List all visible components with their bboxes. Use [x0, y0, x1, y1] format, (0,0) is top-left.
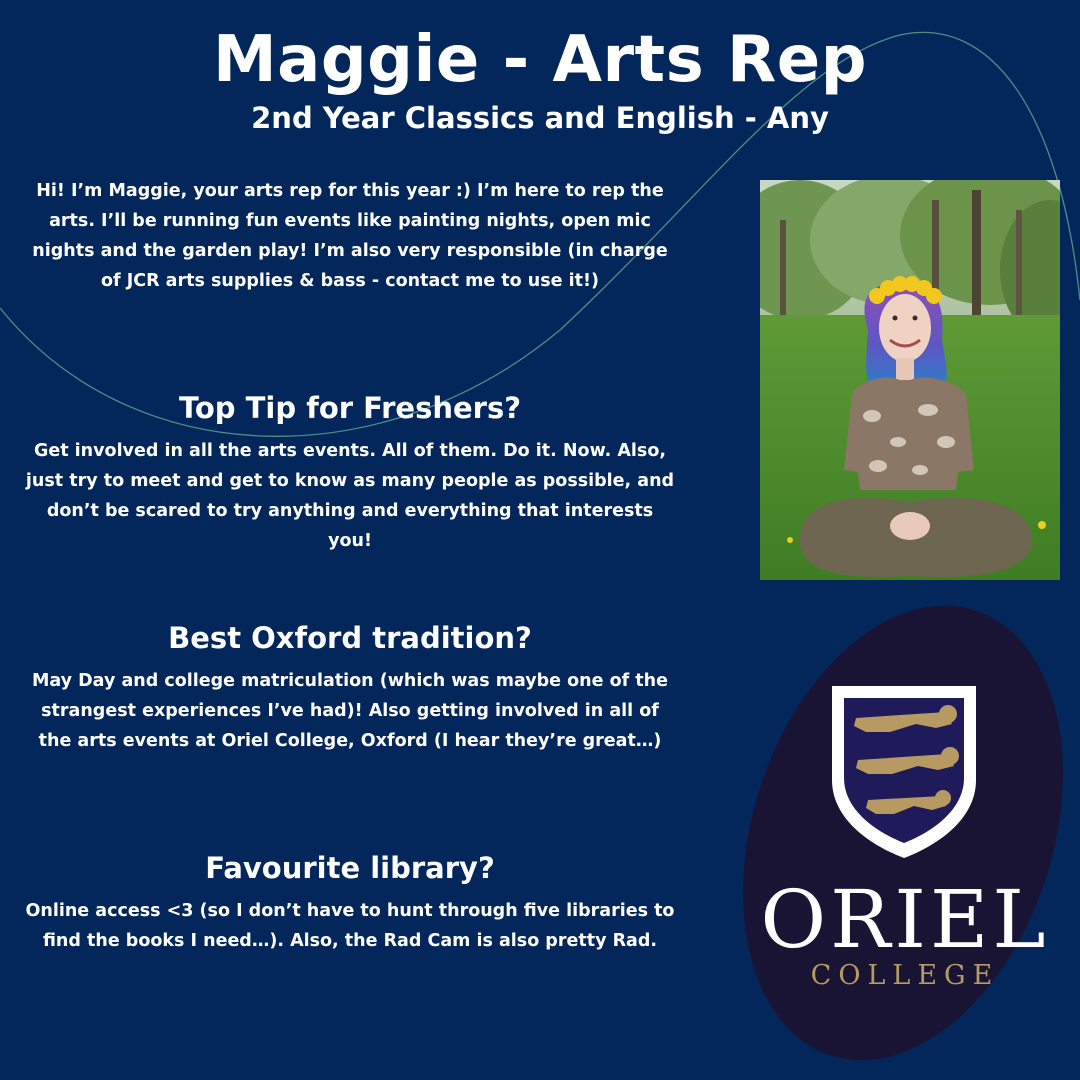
- portrait-photo: [760, 180, 1060, 580]
- section-body-top-tip: Get involved in all the arts events. All…: [25, 441, 675, 551]
- logo-wordmark: ORIEL: [760, 873, 1050, 966]
- section-heading-tradition: Best Oxford tradition?: [168, 621, 532, 655]
- page-subtitle: 2nd Year Classics and English - Any: [251, 101, 829, 135]
- logo-subtitle: COLLEGE: [810, 960, 1000, 991]
- section-body-tradition: May Day and college matriculation (which…: [31, 671, 669, 751]
- profile-card: Maggie - Arts Rep 2nd Year Classics and …: [0, 0, 1080, 1080]
- section-heading-top-tip: Top Tip for Freshers?: [178, 391, 522, 425]
- intro-text: Hi! I’m Maggie, your arts rep for this y…: [32, 181, 668, 291]
- section-heading-library: Favourite library?: [205, 851, 495, 885]
- page-title: Maggie - Arts Rep: [212, 23, 868, 97]
- section-body-library: Online access <3 (so I don’t have to hun…: [25, 901, 675, 951]
- oriel-college-logo: [743, 605, 1063, 1061]
